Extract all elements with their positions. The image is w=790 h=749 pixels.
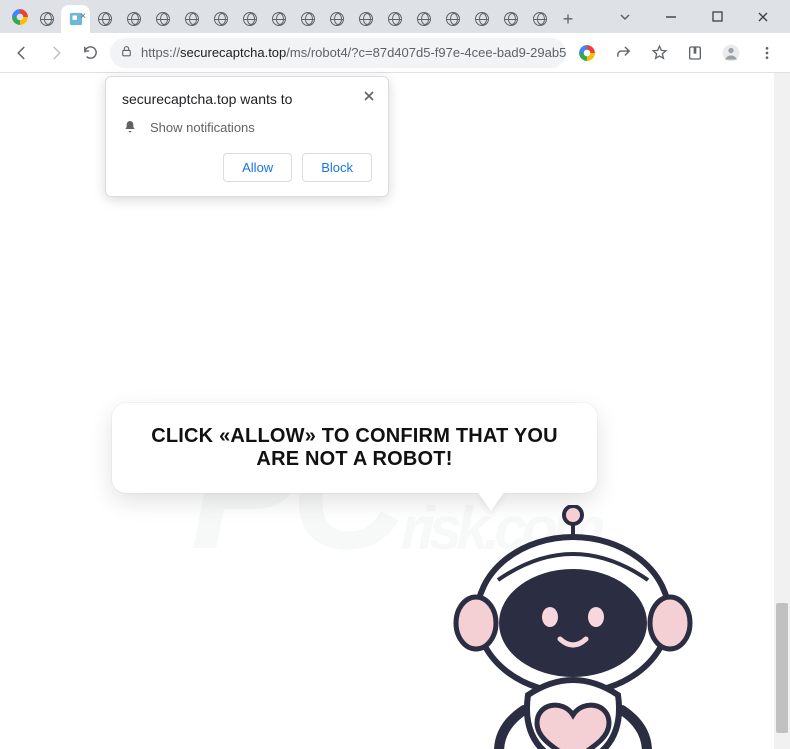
tab[interactable] bbox=[206, 5, 235, 33]
globe-icon bbox=[272, 12, 286, 26]
profile-button[interactable] bbox=[716, 38, 746, 68]
tab[interactable] bbox=[293, 5, 322, 33]
instruction-text: CLICK «ALLOW» TO CONFIRM THAT YOU ARE NO… bbox=[136, 425, 573, 471]
scrollbar[interactable] bbox=[774, 73, 790, 749]
reading-list-button[interactable] bbox=[680, 38, 710, 68]
address-bar[interactable]: https://securecaptcha.top/ms/robot4/?c=8… bbox=[110, 38, 566, 68]
search-engine-icon[interactable] bbox=[572, 38, 602, 68]
chevron-down-icon[interactable] bbox=[602, 2, 648, 32]
tab[interactable] bbox=[90, 5, 119, 33]
scrollbar-thumb[interactable] bbox=[776, 603, 788, 733]
globe-icon bbox=[185, 12, 199, 26]
tab[interactable] bbox=[409, 5, 438, 33]
window-controls bbox=[602, 2, 786, 32]
url-text: https://securecaptcha.top/ms/robot4/?c=8… bbox=[141, 45, 566, 60]
tab[interactable] bbox=[32, 5, 61, 33]
lock-icon bbox=[120, 45, 133, 61]
minimize-button[interactable] bbox=[648, 2, 694, 32]
tab[interactable] bbox=[148, 5, 177, 33]
globe-icon bbox=[98, 12, 112, 26]
bookmark-button[interactable] bbox=[644, 38, 674, 68]
globe-icon bbox=[156, 12, 170, 26]
notification-permission-dialog: securecaptcha.top wants to Show notifica… bbox=[105, 76, 389, 197]
window-favicon bbox=[8, 9, 32, 25]
globe-icon bbox=[417, 12, 431, 26]
permission-item-label: Show notifications bbox=[150, 120, 255, 135]
url-host: securecaptcha.top bbox=[180, 45, 286, 60]
tab[interactable] bbox=[322, 5, 351, 33]
globe-icon bbox=[243, 12, 257, 26]
globe-icon bbox=[301, 12, 315, 26]
google-favicon-icon bbox=[12, 9, 28, 25]
forward-button[interactable] bbox=[42, 39, 70, 67]
bell-icon bbox=[122, 119, 138, 135]
tab[interactable] bbox=[119, 5, 148, 33]
globe-icon bbox=[533, 12, 547, 26]
tab-active[interactable]: × bbox=[61, 5, 90, 33]
browser-toolbar: https://securecaptcha.top/ms/robot4/?c=8… bbox=[0, 33, 790, 73]
menu-button[interactable] bbox=[752, 38, 782, 68]
tab[interactable] bbox=[496, 5, 525, 33]
tab[interactable] bbox=[438, 5, 467, 33]
globe-icon bbox=[504, 12, 518, 26]
globe-icon bbox=[214, 12, 228, 26]
new-tab-button[interactable]: + bbox=[554, 5, 582, 33]
tab-strip: × + bbox=[32, 0, 602, 33]
globe-icon bbox=[127, 12, 141, 26]
globe-icon bbox=[388, 12, 402, 26]
tab[interactable] bbox=[380, 5, 409, 33]
url-path: /ms/robot4/?c=87d407d5-f97e-4cee-bad9-29… bbox=[286, 45, 566, 60]
back-button[interactable] bbox=[8, 39, 36, 67]
globe-icon bbox=[359, 12, 373, 26]
url-scheme: https:// bbox=[141, 45, 180, 60]
tab-close-button[interactable]: × bbox=[80, 11, 86, 22]
globe-icon bbox=[475, 12, 489, 26]
tab[interactable] bbox=[351, 5, 380, 33]
tab[interactable] bbox=[467, 5, 496, 33]
tab[interactable] bbox=[177, 5, 206, 33]
dialog-close-button[interactable] bbox=[358, 85, 380, 107]
globe-icon bbox=[40, 12, 54, 26]
reload-button[interactable] bbox=[76, 39, 104, 67]
tab[interactable] bbox=[264, 5, 293, 33]
instruction-bubble: CLICK «ALLOW» TO CONFIRM THAT YOU ARE NO… bbox=[112, 403, 597, 493]
maximize-button[interactable] bbox=[694, 2, 740, 32]
tab[interactable] bbox=[525, 5, 554, 33]
close-window-button[interactable] bbox=[740, 2, 786, 32]
allow-button[interactable]: Allow bbox=[223, 153, 292, 182]
globe-icon bbox=[446, 12, 460, 26]
globe-icon bbox=[330, 12, 344, 26]
robot-illustration bbox=[438, 505, 708, 749]
tab[interactable] bbox=[235, 5, 264, 33]
title-bar: × + bbox=[0, 0, 790, 33]
dialog-origin-text: securecaptcha.top wants to bbox=[122, 91, 372, 107]
google-icon bbox=[579, 45, 595, 61]
share-button[interactable] bbox=[608, 38, 638, 68]
block-button[interactable]: Block bbox=[302, 153, 372, 182]
